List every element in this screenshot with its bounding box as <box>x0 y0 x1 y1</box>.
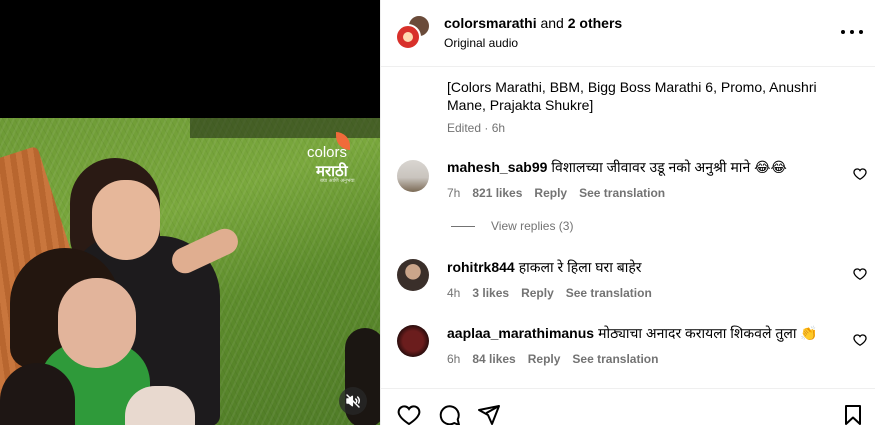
comment-body: aaplaa_marathimanus मोठ्याचा अनादर करायला… <box>447 324 847 366</box>
shadow-area <box>190 118 380 138</box>
comment-icon[interactable] <box>437 403 461 425</box>
comment-text: विशालच्या जीवावर उडू नको अनुश्री माने 😂😂 <box>551 159 787 175</box>
caption-timestamp: Edited · 6h <box>447 121 506 135</box>
audio-link[interactable]: Original audio <box>444 35 622 51</box>
and-text: and <box>540 15 564 31</box>
see-translation-button[interactable]: See translation <box>579 186 665 200</box>
comment-time[interactable]: 7h <box>447 186 460 200</box>
others-link[interactable]: 2 others <box>568 15 622 31</box>
avatar[interactable] <box>395 24 421 50</box>
see-translation-button[interactable]: See translation <box>566 286 652 300</box>
comment-username[interactable]: mahesh_sab99 <box>447 159 547 175</box>
comment-body: rohitrk844 हाकला रे हिला घरा बाहेर 4h 3 l… <box>447 258 847 300</box>
comment-likes[interactable]: 3 likes <box>472 286 509 300</box>
view-replies-button[interactable]: View replies (3) <box>451 219 573 233</box>
heart-icon[interactable] <box>397 403 421 425</box>
post-media[interactable]: colors मराठी बघा आणि अनुभवा <box>0 0 380 425</box>
speaker-muted-icon <box>346 394 360 408</box>
post-caption: [Colors Marathi, BBM, Bigg Boss Marathi … <box>447 79 817 113</box>
comment-meta: 4h 3 likes Reply See translation <box>447 286 847 300</box>
heart-icon[interactable] <box>853 267 867 281</box>
comment-text: मोठ्याचा अनादर करायला शिकवले तुला 👏 <box>598 325 818 341</box>
channel-logo-word: colors <box>307 144 348 161</box>
person-face <box>58 278 136 368</box>
comment-text: हाकला रे हिला घरा बाहेर <box>518 259 642 275</box>
post-author: colorsmarathi and 2 others Original audi… <box>444 14 622 51</box>
comment-likes[interactable]: 821 likes <box>472 186 522 200</box>
comment-time[interactable]: 4h <box>447 286 460 300</box>
reply-button[interactable]: Reply <box>528 352 561 366</box>
more-options-button[interactable] <box>841 22 863 42</box>
comment-time[interactable]: 6h <box>447 352 460 366</box>
reply-button[interactable]: Reply <box>521 286 554 300</box>
post-actions-bar <box>381 388 875 425</box>
comment-likes[interactable]: 84 likes <box>472 352 515 366</box>
view-replies-label: View replies (3) <box>491 219 574 233</box>
channel-logo-tagline: बघा आणि अनुभवा <box>320 178 355 184</box>
reply-button[interactable]: Reply <box>534 186 567 200</box>
comment-username[interactable]: aaplaa_marathimanus <box>447 325 594 341</box>
post-details-panel: colorsmarathi and 2 others Original audi… <box>380 0 875 425</box>
heart-icon[interactable] <box>853 333 867 347</box>
post-header: colorsmarathi and 2 others Original audi… <box>381 0 875 67</box>
share-icon[interactable] <box>477 403 501 425</box>
comment-username[interactable]: rohitrk844 <box>447 259 515 275</box>
dot-icon <box>841 30 845 34</box>
bookmark-icon[interactable] <box>841 403 865 425</box>
collab-avatars[interactable] <box>395 14 431 50</box>
see-translation-button[interactable]: See translation <box>572 352 658 366</box>
comment-meta: 6h 84 likes Reply See translation <box>447 352 847 366</box>
comment-body: mahesh_sab99 विशालच्या जीवावर उडू नको अनु… <box>447 158 847 200</box>
person-face <box>92 180 160 260</box>
avatar[interactable] <box>397 160 429 192</box>
author-username[interactable]: colorsmarathi <box>444 15 537 31</box>
avatar[interactable] <box>397 259 429 291</box>
replies-divider <box>451 225 475 227</box>
heart-icon[interactable] <box>853 167 867 181</box>
mute-button[interactable] <box>339 387 367 415</box>
dot-icon <box>850 30 854 34</box>
dot-icon <box>859 30 863 34</box>
video-frame[interactable]: colors मराठी बघा आणि अनुभवा <box>0 118 380 425</box>
comment-meta: 7h 821 likes Reply See translation <box>447 186 847 200</box>
avatar[interactable] <box>397 325 429 357</box>
